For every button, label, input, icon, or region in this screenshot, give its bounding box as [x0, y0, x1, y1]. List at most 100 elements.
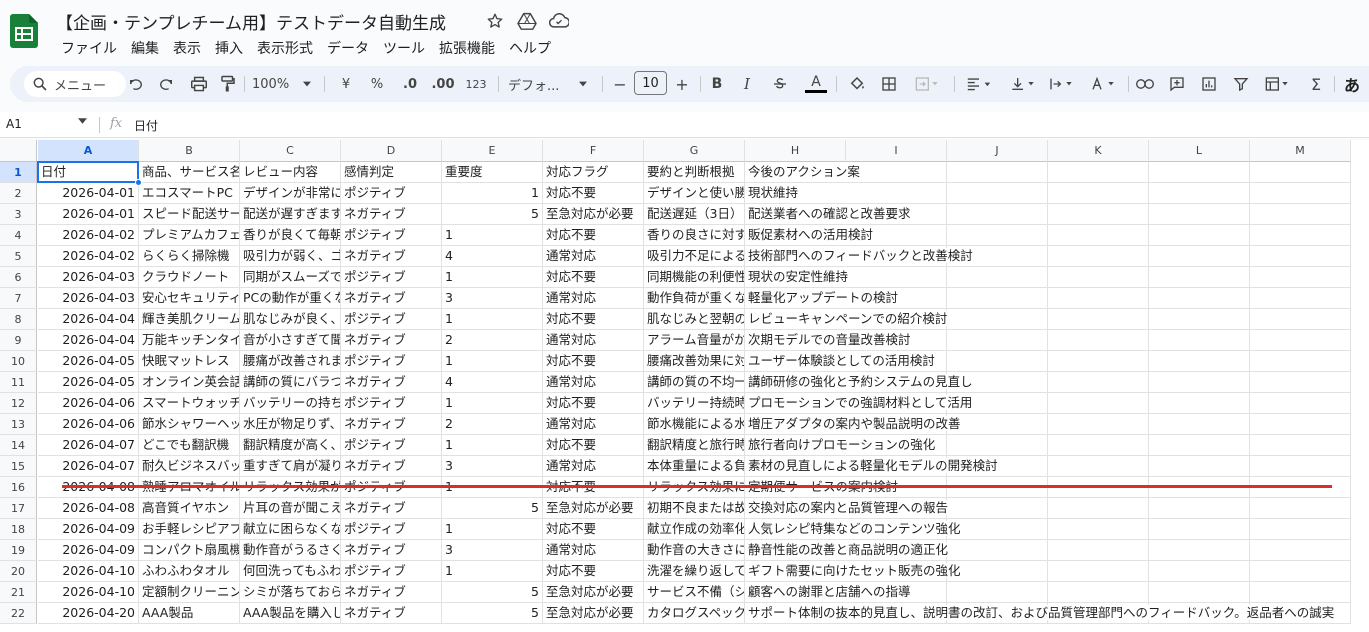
functions-button[interactable]: Σ: [1306, 74, 1326, 94]
table-cell[interactable]: 献立作成の効率化: [644, 519, 745, 540]
menu-data[interactable]: データ: [320, 36, 376, 60]
table-cell[interactable]: 高音質イヤホン: [139, 498, 240, 519]
fill-handle[interactable]: [135, 179, 142, 186]
table-cell[interactable]: 水圧が物足りず、: [240, 414, 341, 435]
table-cell[interactable]: サポート体制の抜本的見直し、説明書の改訂、および品質管理部門へのフィードバック。…: [745, 603, 1337, 624]
table-cell[interactable]: 配送遅延（3日）: [644, 204, 745, 225]
table-cell[interactable]: デザインと使い勝: [644, 183, 745, 204]
move-to-drive-icon[interactable]: [516, 10, 538, 32]
table-cell[interactable]: 肌なじみが良く、: [240, 309, 341, 330]
table-cell[interactable]: [1048, 561, 1149, 582]
table-cell[interactable]: [1250, 351, 1351, 372]
table-cell[interactable]: ポジティブ: [341, 519, 442, 540]
table-cell[interactable]: [1149, 246, 1250, 267]
table-cell[interactable]: お手軽レシピアプリ: [139, 519, 240, 540]
table-cell[interactable]: [947, 309, 1048, 330]
table-cell[interactable]: どこでも翻訳機: [139, 435, 240, 456]
table-cell[interactable]: [846, 183, 947, 204]
table-cell[interactable]: ネガティブ: [341, 246, 442, 267]
cloud-saved-icon[interactable]: [548, 10, 570, 32]
fill-color-icon[interactable]: [846, 74, 868, 94]
menu-file[interactable]: ファイル: [54, 36, 124, 60]
sheets-logo-icon[interactable]: [10, 14, 38, 48]
table-cell[interactable]: 翻訳精度が高く、: [240, 435, 341, 456]
table-cell[interactable]: 顧客への謝罪と店舗への指導: [745, 582, 913, 603]
table-cell[interactable]: [947, 204, 1048, 225]
table-cell[interactable]: 2: [442, 330, 543, 351]
table-cell[interactable]: [1048, 393, 1149, 414]
table-cell[interactable]: [1250, 435, 1351, 456]
italic-button[interactable]: I: [738, 74, 756, 94]
table-cell[interactable]: 5: [442, 603, 543, 624]
table-cell[interactable]: [1149, 393, 1250, 414]
header-cell[interactable]: [1048, 162, 1149, 183]
table-cell[interactable]: [1149, 204, 1250, 225]
table-cell[interactable]: 2026-04-06: [38, 414, 139, 435]
table-cell[interactable]: [1048, 204, 1149, 225]
table-cell[interactable]: AAA製品: [139, 603, 240, 624]
table-cell[interactable]: 動作音の大きさに: [644, 540, 745, 561]
table-cell[interactable]: 2026-04-01: [38, 183, 139, 204]
star-icon[interactable]: [484, 10, 506, 32]
table-cell[interactable]: 2026-04-09: [38, 540, 139, 561]
row-header[interactable]: 8: [0, 309, 37, 330]
table-cell[interactable]: アラーム音量がか: [644, 330, 745, 351]
table-cell[interactable]: 3: [442, 540, 543, 561]
column-header-i[interactable]: I: [846, 140, 947, 162]
strikethrough-icon[interactable]: [770, 74, 790, 94]
table-cell[interactable]: [1048, 225, 1149, 246]
table-cell[interactable]: [1250, 540, 1351, 561]
column-header-k[interactable]: K: [1048, 140, 1149, 162]
table-cell[interactable]: [947, 582, 1048, 603]
menu-insert[interactable]: 挿入: [208, 36, 250, 60]
table-cell[interactable]: [1048, 309, 1149, 330]
font-size-input[interactable]: 10: [634, 71, 667, 95]
table-cell[interactable]: [1250, 582, 1351, 603]
table-cell[interactable]: ネガティブ: [341, 414, 442, 435]
column-header-b[interactable]: B: [139, 140, 240, 162]
table-cell[interactable]: 快眠マットレス: [139, 351, 240, 372]
table-cell[interactable]: ネガティブ: [341, 540, 442, 561]
table-cell[interactable]: 軽量化アップデートの検討: [745, 288, 901, 309]
table-cell[interactable]: 3: [442, 288, 543, 309]
table-cell[interactable]: ポジティブ: [341, 561, 442, 582]
table-cell[interactable]: 配送が遅すぎます: [240, 204, 341, 225]
table-cell[interactable]: プレミアムカフェ: [139, 225, 240, 246]
table-cell[interactable]: [1250, 309, 1351, 330]
table-cell[interactable]: 翻訳精度と旅行時: [644, 435, 745, 456]
table-cell[interactable]: 1: [442, 393, 543, 414]
table-cell[interactable]: [1250, 561, 1351, 582]
table-cell[interactable]: [1149, 330, 1250, 351]
column-header-m[interactable]: M: [1250, 140, 1351, 162]
menu-tools[interactable]: ツール: [376, 36, 432, 60]
table-cell[interactable]: 人気レシピ特集などのコンテンツ強化: [745, 519, 963, 540]
decrease-font-size-button[interactable]: −: [612, 74, 628, 94]
percent-format-button[interactable]: %: [367, 74, 387, 94]
table-cell[interactable]: 腰痛改善効果に対: [644, 351, 745, 372]
table-cell[interactable]: 1: [442, 519, 543, 540]
table-cell[interactable]: 対応不要: [543, 183, 644, 204]
table-cell[interactable]: 2026-04-02: [38, 225, 139, 246]
table-cell[interactable]: [1250, 183, 1351, 204]
table-cell[interactable]: 現状維持: [745, 183, 846, 204]
table-cell[interactable]: 対応不要: [543, 393, 644, 414]
table-cell[interactable]: サービス不備（シ: [644, 582, 745, 603]
header-cell[interactable]: [1250, 162, 1351, 183]
menu-search[interactable]: メニュー: [24, 71, 126, 97]
table-cell[interactable]: 通常対応: [543, 288, 644, 309]
print-icon[interactable]: [188, 74, 210, 94]
table-cell[interactable]: 1: [442, 183, 543, 204]
table-cell[interactable]: 2026-04-07: [38, 456, 139, 477]
table-cell[interactable]: ネガティブ: [341, 603, 442, 624]
header-cell[interactable]: 対応フラグ: [543, 162, 644, 183]
header-cell[interactable]: 要約と判断根拠: [644, 162, 745, 183]
table-cell[interactable]: [1250, 372, 1351, 393]
row-header[interactable]: 17: [0, 498, 37, 519]
table-cell[interactable]: ネガティブ: [341, 498, 442, 519]
table-cell[interactable]: 2026-04-07: [38, 435, 139, 456]
column-header-j[interactable]: J: [947, 140, 1048, 162]
table-cell[interactable]: 動作負荷が重くな: [644, 288, 745, 309]
table-cell[interactable]: ネガティブ: [341, 456, 442, 477]
table-cell[interactable]: ネガティブ: [341, 372, 442, 393]
table-cell[interactable]: 節水シャワーヘッド: [139, 414, 240, 435]
